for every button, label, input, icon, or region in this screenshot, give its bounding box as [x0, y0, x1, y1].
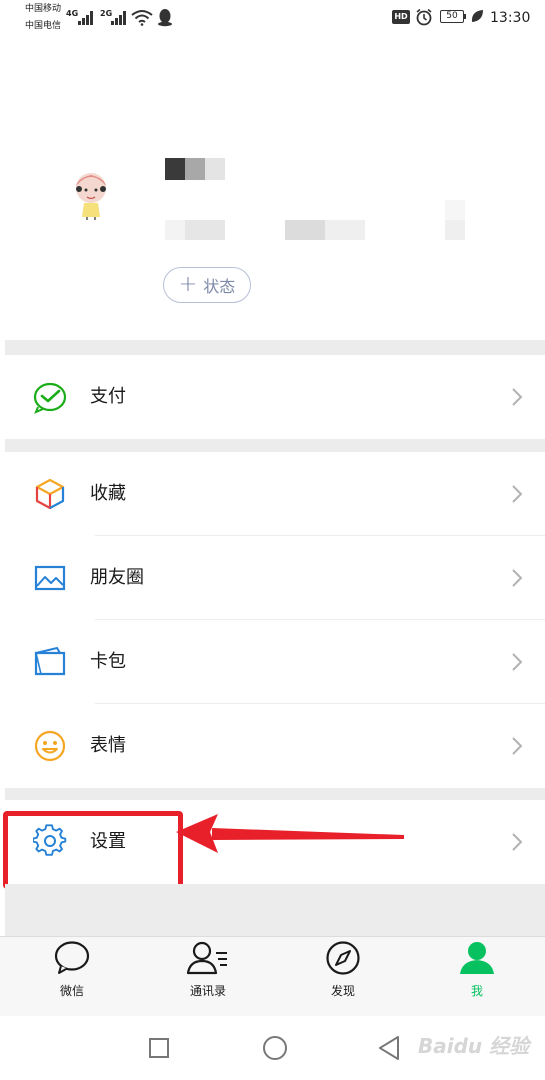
chevron-right-icon [512, 485, 523, 503]
menu-label-favorites: 收藏 [90, 483, 126, 504]
watermark: Baidu 经验 [418, 1034, 530, 1058]
chevron-right-icon [512, 569, 523, 587]
back-button[interactable] [377, 1035, 401, 1061]
home-button[interactable] [263, 1036, 287, 1060]
status-label: 状态 [203, 277, 236, 296]
qr-code-blurred[interactable] [445, 200, 485, 240]
plus-icon: + [178, 272, 198, 297]
clock: 13:30 [490, 10, 531, 26]
status-bar: 中国移动 中国电信 4G 2G HD 50 13:30 [0, 0, 545, 36]
battery-icon: 50 [440, 10, 464, 23]
contacts-icon [186, 941, 227, 975]
cube-icon [35, 478, 65, 510]
section-gap [5, 439, 545, 452]
menu-item-pay[interactable]: 支付 [5, 355, 545, 439]
card-wallet-icon [34, 646, 66, 676]
recent-apps-button[interactable] [149, 1038, 169, 1058]
carrier-2: 中国电信 [25, 21, 62, 31]
empty-area [5, 884, 545, 936]
carrier-1: 中国移动 [25, 4, 62, 14]
menu-item-favorites[interactable]: 收藏 [5, 452, 545, 536]
compass-icon [326, 941, 360, 975]
section-gap [5, 788, 545, 800]
tab-discover[interactable]: 发现 [303, 940, 383, 999]
chevron-right-icon [512, 833, 523, 851]
tab-label-discover: 发现 [330, 984, 355, 998]
battery-tip [464, 14, 466, 19]
section-gap [5, 340, 545, 355]
nickname-blurred [165, 158, 225, 180]
tab-label-me: 我 [470, 984, 483, 998]
chevron-right-icon [512, 737, 523, 755]
tab-label-contacts: 通讯录 [189, 984, 226, 998]
menu-item-stickers[interactable]: 表情 [5, 704, 545, 788]
wechat-id-blurred [165, 220, 365, 240]
menu-label-moments: 朋友圈 [90, 567, 144, 588]
signal-icon-2 [111, 10, 129, 25]
chevron-right-icon [512, 653, 523, 671]
menu-label-pay: 支付 [90, 386, 126, 407]
signal-icon-1 [78, 10, 96, 25]
avatar[interactable] [68, 170, 114, 220]
network-type-1: 4G [66, 9, 79, 18]
battery-level: 50 [446, 11, 458, 21]
tab-label-chats: 微信 [59, 984, 84, 998]
menu-label-stickers: 表情 [90, 735, 126, 756]
leaf-icon [471, 10, 483, 22]
picture-icon [34, 565, 66, 591]
tab-me[interactable]: 我 [437, 940, 517, 999]
tab-chats[interactable]: 微信 [32, 940, 112, 999]
hd-badge: HD [392, 10, 410, 24]
menu-item-moments[interactable]: 朋友圈 [5, 536, 545, 620]
person-icon [460, 942, 494, 974]
highlight-box [3, 811, 183, 889]
qq-icon [158, 9, 172, 27]
smiley-icon [34, 730, 66, 762]
wallet-check-icon [33, 382, 67, 414]
chevron-right-icon [512, 388, 523, 406]
profile-header[interactable]: + 状态 [0, 36, 545, 340]
menu-label-cards: 卡包 [90, 651, 126, 672]
tab-contacts[interactable]: 通讯录 [168, 940, 248, 999]
add-status-button[interactable]: + 状态 [163, 267, 251, 303]
chat-bubble-icon [54, 941, 90, 974]
wifi-icon [131, 10, 153, 26]
menu-item-cards[interactable]: 卡包 [5, 620, 545, 704]
arrow-annotation [176, 814, 404, 853]
alarm-icon [416, 8, 432, 26]
